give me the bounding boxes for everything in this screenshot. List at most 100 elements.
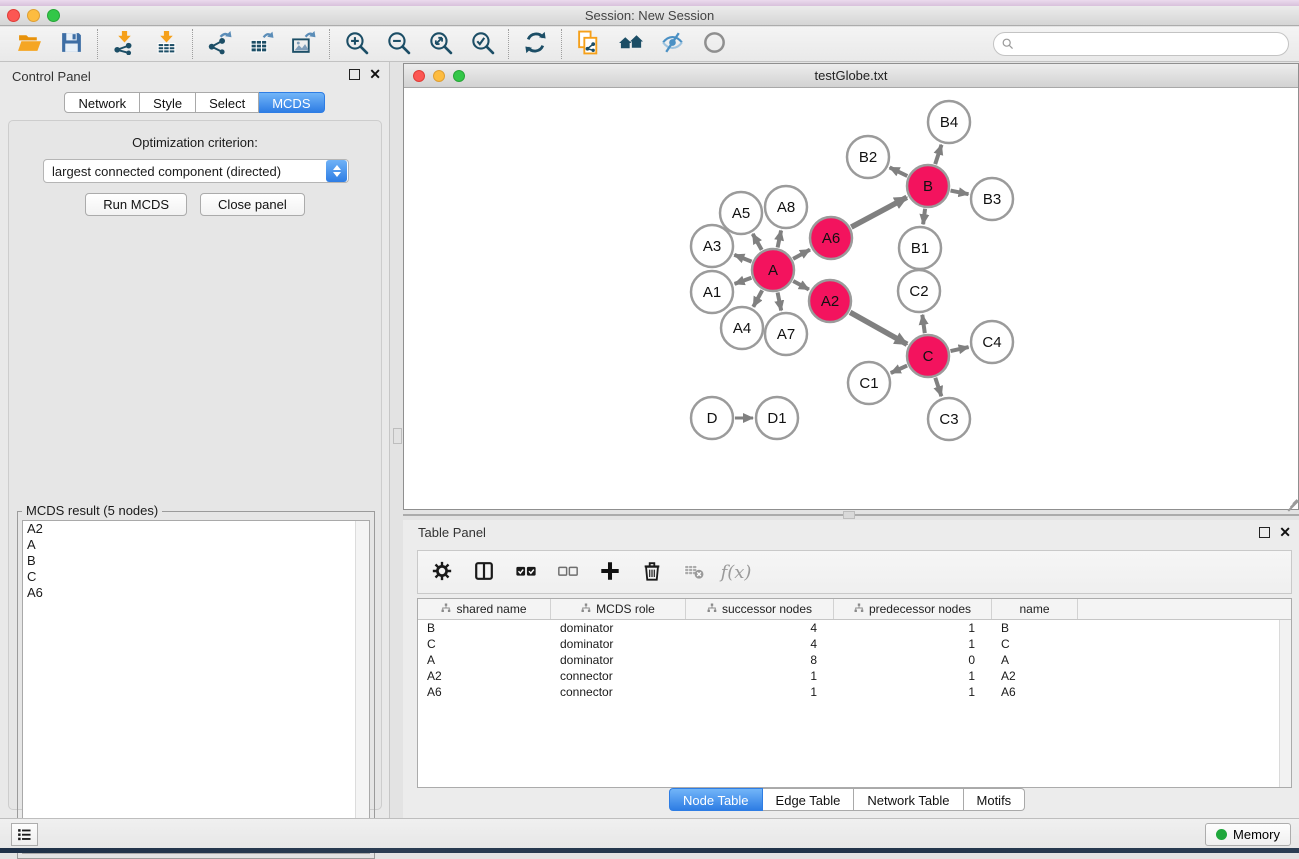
- network-graph[interactable]: B4 B2 B B3 A8 A5 A6 A3 B1 A C2 A1 A2 A4 …: [404, 89, 1298, 510]
- save-session-button[interactable]: [50, 28, 92, 60]
- columns-button[interactable]: [470, 557, 498, 587]
- task-history-button[interactable]: [11, 823, 38, 846]
- tab-select[interactable]: Select: [196, 92, 259, 113]
- graph-node-A2[interactable]: A2: [809, 280, 851, 322]
- function-builder-button[interactable]: f(x): [722, 557, 750, 587]
- graph-edge-A-A5[interactable]: [753, 234, 762, 250]
- graph-edge-A-A6[interactable]: [793, 250, 810, 259]
- graph-node-A3[interactable]: A3: [691, 225, 733, 267]
- tab-style[interactable]: Style: [140, 92, 196, 113]
- mcds-result-item[interactable]: C: [23, 569, 369, 585]
- zoom-out-button[interactable]: [377, 28, 419, 60]
- graph-node-A6[interactable]: A6: [810, 217, 852, 259]
- column-header-name[interactable]: name: [992, 599, 1078, 619]
- column-header-successor-nodes[interactable]: successor nodes: [686, 599, 834, 619]
- resize-grip[interactable]: [1284, 495, 1297, 508]
- table-row[interactable]: A2connector11A2: [418, 668, 1291, 684]
- mcds-result-item[interactable]: B: [23, 553, 369, 569]
- show-view-button[interactable]: [693, 28, 735, 60]
- table-scrollbar[interactable]: [1279, 620, 1291, 787]
- graph-node-B3[interactable]: B3: [971, 178, 1013, 220]
- graph-node-C[interactable]: C: [907, 335, 949, 377]
- network-minimize-button[interactable]: [433, 70, 445, 82]
- network-zoom-button[interactable]: [453, 70, 465, 82]
- graph-edge-A-A3[interactable]: [734, 255, 751, 262]
- zoom-fit-button[interactable]: [419, 28, 461, 60]
- mcds-list-scrollbar[interactable]: [355, 521, 369, 853]
- search-field[interactable]: [993, 32, 1289, 56]
- zoom-in-button[interactable]: [335, 28, 377, 60]
- graph-node-A8[interactable]: A8: [765, 186, 807, 228]
- graph-node-D1[interactable]: D1: [756, 397, 798, 439]
- graph-edge-C-C2[interactable]: [922, 315, 925, 333]
- export-image-button[interactable]: [282, 28, 324, 60]
- search-input[interactable]: [1015, 35, 1288, 53]
- duplicate-network-button[interactable]: [567, 28, 609, 60]
- delete-table-button[interactable]: [680, 557, 708, 587]
- network-canvas[interactable]: B4 B2 B B3 A8 A5 A6 A3 B1 A C2 A1 A2 A4 …: [404, 89, 1298, 509]
- table-tab-node-table[interactable]: Node Table: [669, 788, 763, 811]
- horizontal-split-handle[interactable]: [843, 511, 855, 519]
- graph-node-C3[interactable]: C3: [928, 398, 970, 440]
- mcds-result-item[interactable]: A6: [23, 585, 369, 601]
- graph-node-A[interactable]: A: [752, 249, 794, 291]
- hide-panel-button[interactable]: [651, 28, 693, 60]
- run-mcds-button[interactable]: Run MCDS: [85, 193, 187, 216]
- import-table-button[interactable]: [145, 28, 187, 60]
- graph-edge-C-C3[interactable]: [935, 378, 941, 396]
- float-panel-icon[interactable]: [349, 69, 360, 80]
- minimize-window-button[interactable]: [27, 9, 40, 22]
- zoom-selected-button[interactable]: [461, 28, 503, 60]
- graph-node-C2[interactable]: C2: [898, 270, 940, 312]
- open-session-button[interactable]: [8, 28, 50, 60]
- graph-node-A4[interactable]: A4: [721, 307, 763, 349]
- mcds-result-item[interactable]: A2: [23, 521, 369, 537]
- table-tab-motifs[interactable]: Motifs: [964, 788, 1026, 811]
- graph-node-C4[interactable]: C4: [971, 321, 1013, 363]
- network-close-button[interactable]: [413, 70, 425, 82]
- graph-node-B2[interactable]: B2: [847, 136, 889, 178]
- graph-edge-A2-C[interactable]: [850, 312, 907, 344]
- float-table-panel-icon[interactable]: [1259, 527, 1270, 538]
- graph-node-A7[interactable]: A7: [765, 313, 807, 355]
- table-tab-network-table[interactable]: Network Table: [854, 788, 963, 811]
- close-window-button[interactable]: [7, 9, 20, 22]
- export-network-button[interactable]: [198, 28, 240, 60]
- mcds-result-item[interactable]: A: [23, 537, 369, 553]
- home-button[interactable]: [609, 28, 651, 60]
- table-row[interactable]: A6connector11A6: [418, 684, 1291, 700]
- apply-layout-button[interactable]: [514, 28, 556, 60]
- close-table-panel-icon[interactable]: ✕: [1279, 527, 1291, 538]
- table-row[interactable]: Adominator80A: [418, 652, 1291, 668]
- graph-edge-B-B4[interactable]: [935, 145, 941, 164]
- settings-button[interactable]: [428, 557, 456, 587]
- add-column-button[interactable]: [596, 557, 624, 587]
- table-row[interactable]: Cdominator41C: [418, 636, 1291, 652]
- tab-network[interactable]: Network: [64, 92, 140, 113]
- mcds-result-list[interactable]: A2ABCA6: [22, 520, 370, 854]
- graph-node-B[interactable]: B: [907, 165, 949, 207]
- zoom-window-button[interactable]: [47, 9, 60, 22]
- criterion-dropdown[interactable]: largest connected component (directed): [43, 159, 349, 183]
- select-all-button[interactable]: [512, 557, 540, 587]
- graph-edge-C-C4[interactable]: [951, 347, 969, 351]
- column-header-predecessor-nodes[interactable]: predecessor nodes: [834, 599, 992, 619]
- vertical-split-handle[interactable]: [393, 428, 402, 444]
- graph-node-A5[interactable]: A5: [720, 192, 762, 234]
- graph-edge-A-A8[interactable]: [778, 231, 782, 248]
- graph-edge-A6-B[interactable]: [851, 197, 907, 227]
- table-tab-edge-table[interactable]: Edge Table: [763, 788, 855, 811]
- graph-edge-A-A1[interactable]: [735, 278, 752, 284]
- import-network-button[interactable]: [103, 28, 145, 60]
- column-header-shared-name[interactable]: shared name: [418, 599, 551, 619]
- graph-node-A1[interactable]: A1: [691, 271, 733, 313]
- graph-edge-A-A2[interactable]: [793, 281, 809, 290]
- deselect-all-button[interactable]: [554, 557, 582, 587]
- graph-node-D[interactable]: D: [691, 397, 733, 439]
- close-panel-icon[interactable]: ✕: [369, 69, 381, 80]
- graph-edge-A-A7[interactable]: [778, 293, 782, 311]
- graph-edge-A-A4[interactable]: [753, 290, 762, 307]
- column-header-MCDS-role[interactable]: MCDS role: [551, 599, 686, 619]
- tab-mcds[interactable]: MCDS: [259, 92, 324, 113]
- graph-edge-B-B1[interactable]: [923, 209, 925, 224]
